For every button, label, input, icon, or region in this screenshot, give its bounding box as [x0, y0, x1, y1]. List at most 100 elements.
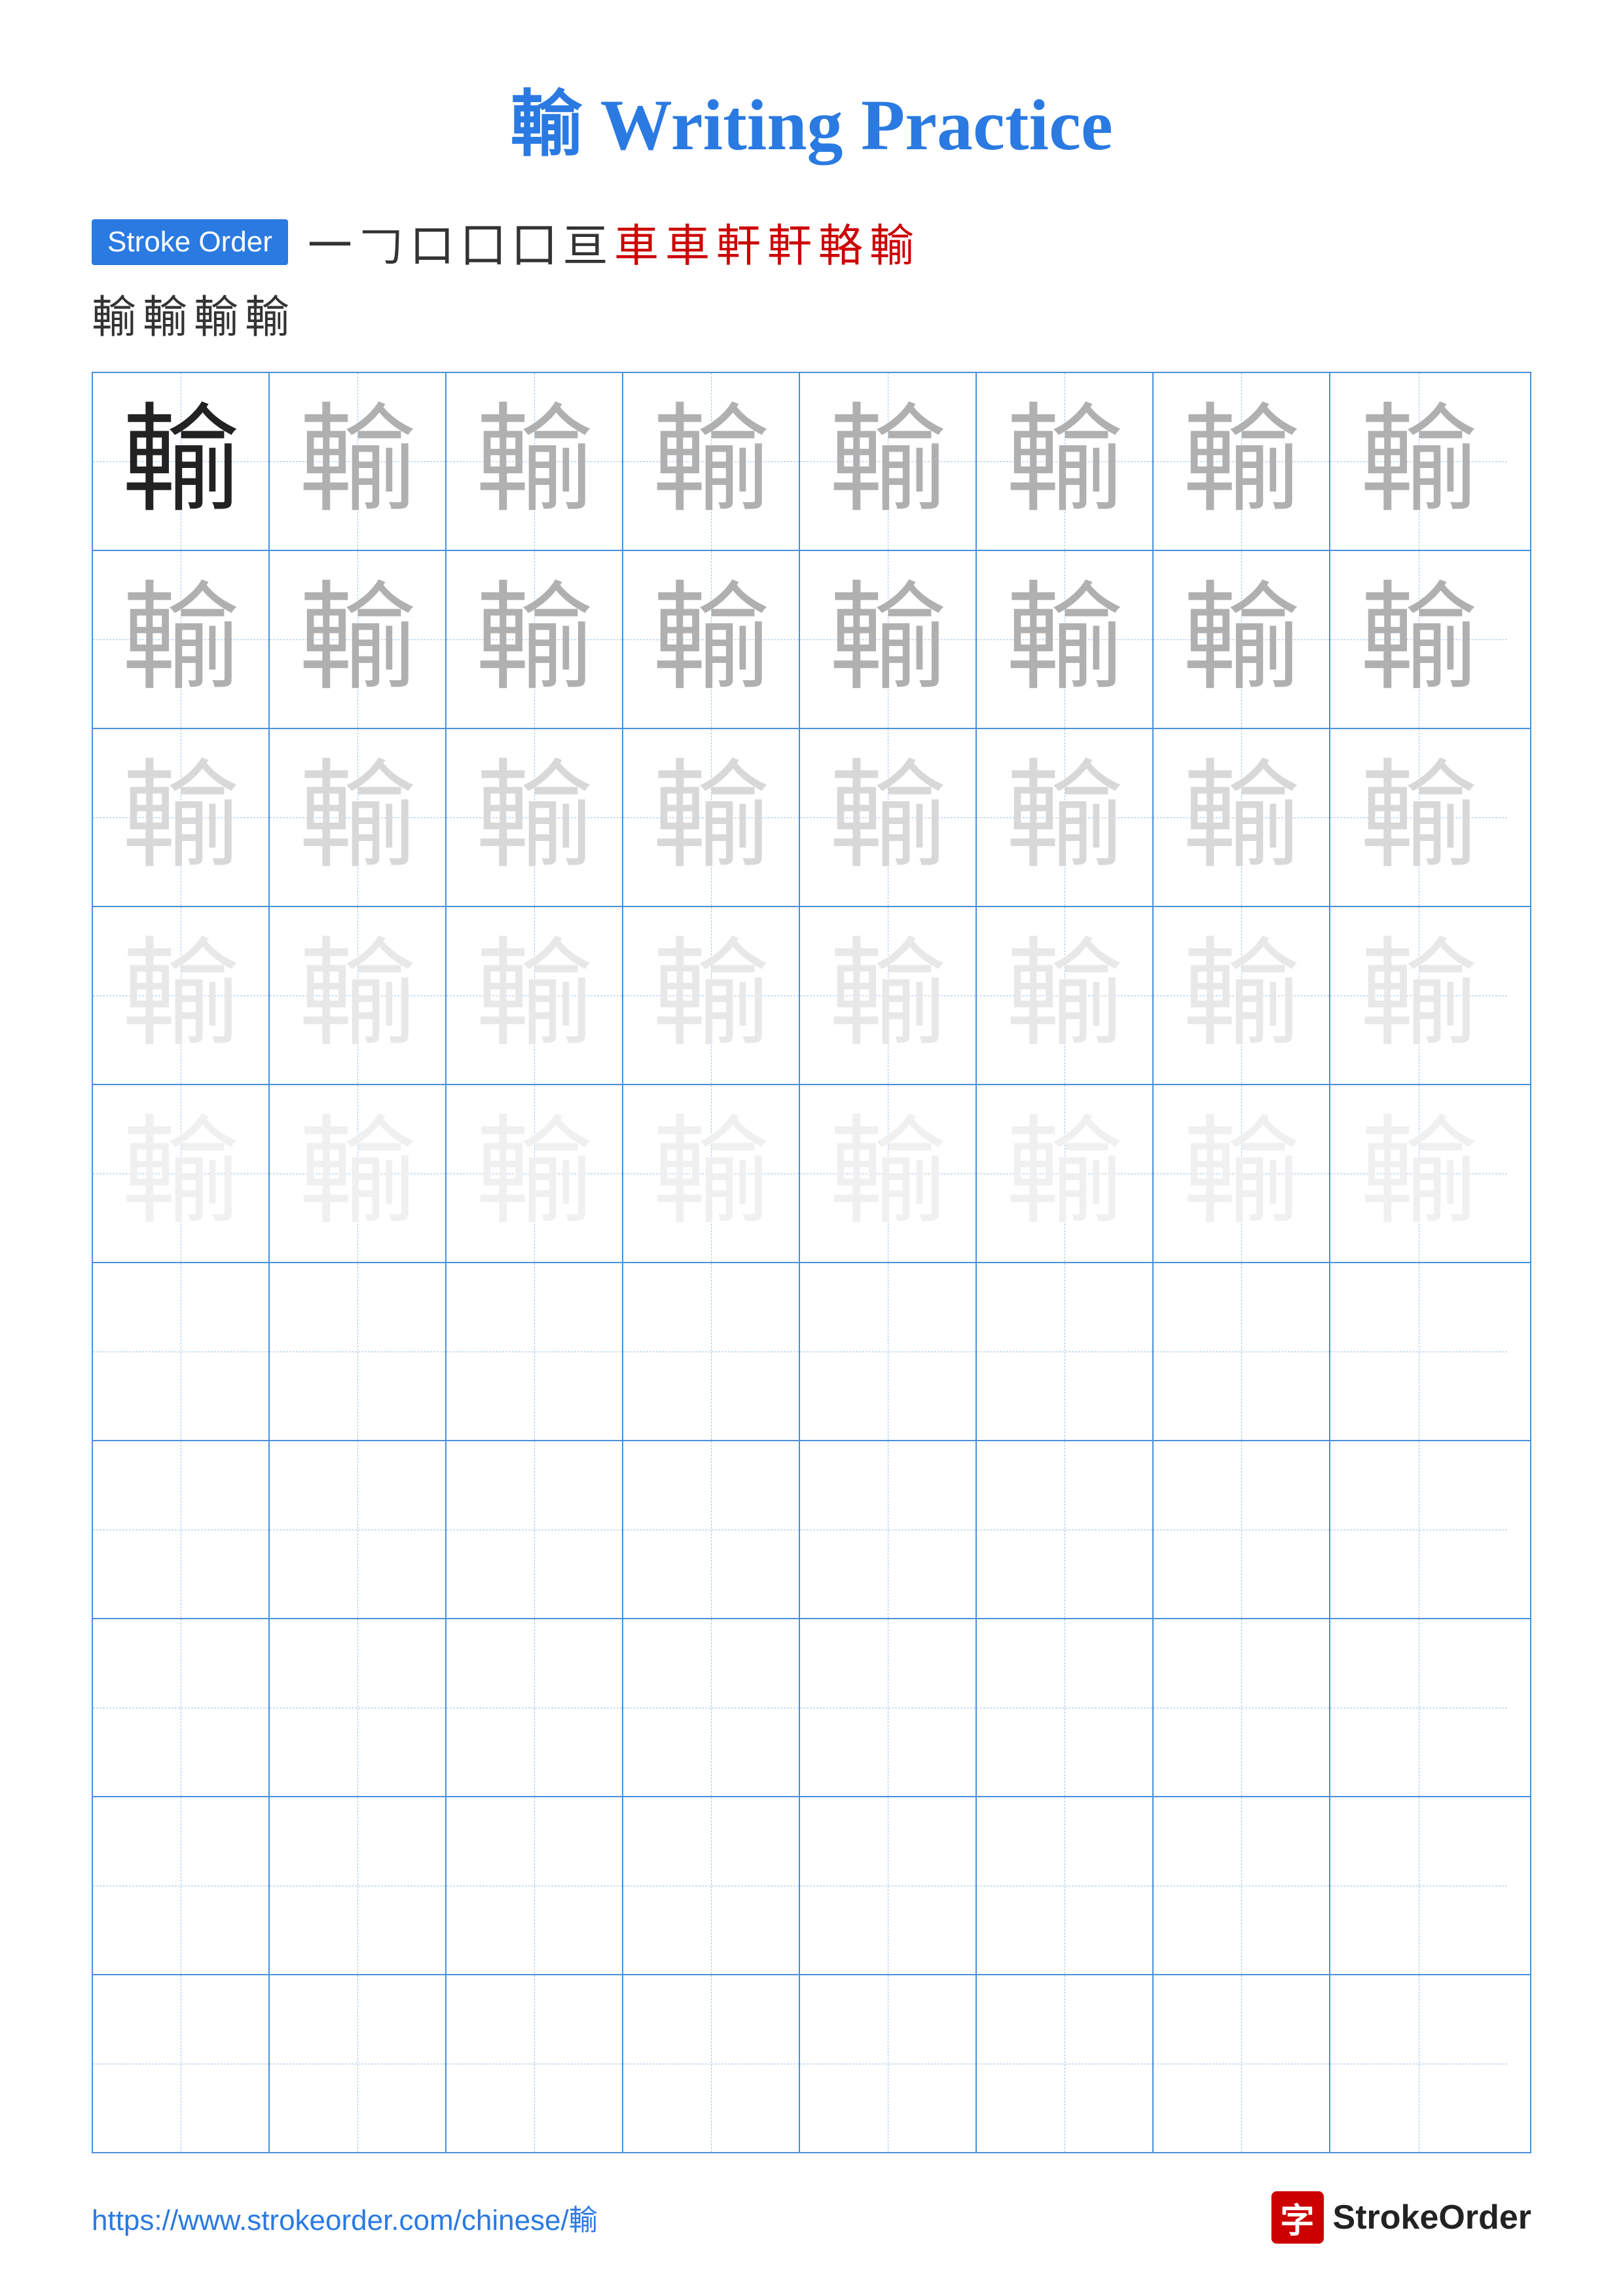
grid-cell	[1330, 1797, 1507, 1974]
practice-char: 輸	[475, 403, 593, 520]
practice-char: 輸	[475, 937, 593, 1054]
grid-cell: 輸	[623, 551, 800, 728]
stroke-r2-s3: 輸	[194, 281, 238, 346]
grid-cell: 輸	[1154, 551, 1330, 728]
practice-char: 輸	[1182, 403, 1300, 520]
practice-char: 輸	[1006, 581, 1123, 698]
practice-char: 輸	[1006, 937, 1123, 1054]
grid-cell: 輸	[623, 907, 800, 1084]
stroke-s1: 一	[308, 209, 352, 274]
practice-char: 輸	[652, 759, 770, 876]
practice-char: 輸	[652, 403, 770, 520]
grid-cell	[93, 1263, 270, 1440]
grid-row	[93, 1975, 1530, 2152]
practice-char: 輸	[122, 1115, 240, 1232]
grid-cell: 輸	[270, 729, 447, 906]
grid-row: 輸輸輸輸輸輸輸輸	[93, 373, 1530, 551]
practice-char: 輸	[1006, 759, 1123, 876]
grid-cell	[447, 1619, 623, 1796]
grid-cell	[270, 1441, 447, 1618]
grid-cell: 輸	[93, 551, 270, 728]
grid-cell: 輸	[1154, 729, 1330, 906]
grid-cell	[800, 1619, 977, 1796]
grid-cell: 輸	[623, 373, 800, 550]
grid-cell	[1154, 1263, 1330, 1440]
grid-row: 輸輸輸輸輸輸輸輸	[93, 907, 1530, 1085]
stroke-s11: 輅	[818, 209, 863, 274]
practice-char: 輸	[829, 937, 947, 1054]
grid-cell	[270, 1619, 447, 1796]
grid-cell: 輸	[270, 373, 447, 550]
grid-cell	[447, 1975, 623, 2152]
stroke-s7: 車	[614, 209, 659, 274]
grid-row	[93, 1619, 1530, 1797]
grid-cell	[800, 1263, 977, 1440]
grid-cell	[93, 1619, 270, 1796]
stroke-r2-s4: 輸	[245, 281, 289, 346]
practice-char: 輸	[829, 581, 947, 698]
stroke-s9: 軒	[716, 209, 761, 274]
stroke-s3: 口	[410, 209, 454, 274]
grid-cell: 輸	[93, 373, 270, 550]
grid-cell	[270, 1797, 447, 1974]
grid-cell: 輸	[977, 729, 1154, 906]
practice-char: 輸	[299, 759, 416, 876]
grid-row: 輸輸輸輸輸輸輸輸	[93, 729, 1530, 907]
grid-cell: 輸	[1330, 1085, 1507, 1262]
grid-cell: 輸	[623, 729, 800, 906]
grid-cell: 輸	[1154, 1085, 1330, 1262]
grid-cell	[977, 1263, 1154, 1440]
practice-char: 輸	[1006, 1115, 1123, 1232]
practice-char: 輸	[122, 759, 240, 876]
practice-char: 輸	[475, 1115, 593, 1232]
stroke-s6: 亘	[563, 209, 608, 274]
practice-char: 輸	[1360, 759, 1478, 876]
practice-char: 輸	[1182, 759, 1300, 876]
practice-char: 輸	[475, 759, 593, 876]
grid-cell: 輸	[447, 551, 623, 728]
grid-cell	[800, 1441, 977, 1618]
grid-cell: 輸	[977, 1085, 1154, 1262]
stroke-order-section: Stroke Order 一 𠃌 口 囗 囗 亘 車 車 軒 軒 輅 輸 輸 輸…	[92, 209, 1531, 346]
grid-cell	[1330, 1619, 1507, 1796]
grid-cell	[1154, 1619, 1330, 1796]
footer-url: https://www.strokeorder.com/chinese/輸	[92, 2197, 598, 2238]
grid-cell: 輸	[800, 1085, 977, 1262]
grid-cell: 輸	[447, 1085, 623, 1262]
practice-char: 輸	[1360, 403, 1478, 520]
practice-char: 輸	[1182, 1115, 1300, 1232]
title-char: 輸	[510, 85, 582, 165]
practice-char: 輸	[1360, 937, 1478, 1054]
grid-cell	[977, 1975, 1154, 2152]
footer-logo: 字 StrokeOrder	[1271, 2191, 1531, 2244]
grid-row	[93, 1263, 1530, 1441]
grid-cell: 輸	[800, 551, 977, 728]
grid-cell: 輸	[800, 729, 977, 906]
grid-cell: 輸	[977, 907, 1154, 1084]
grid-cell: 輸	[270, 1085, 447, 1262]
grid-cell: 輸	[623, 1085, 800, 1262]
grid-cell: 輸	[93, 907, 270, 1084]
grid-cell: 輸	[1330, 729, 1507, 906]
grid-cell: 輸	[270, 551, 447, 728]
grid-cell: 輸	[1330, 373, 1507, 550]
practice-char: 輸	[299, 403, 416, 520]
practice-char: 輸	[1006, 403, 1123, 520]
stroke-s4: 囗	[461, 209, 505, 274]
stroke-s10: 軒	[767, 209, 812, 274]
stroke-s5: 囗	[512, 209, 556, 274]
practice-char: 輸	[652, 581, 770, 698]
grid-cell: 輸	[800, 373, 977, 550]
grid-cell: 輸	[800, 907, 977, 1084]
stroke-chars-row1: 一 𠃌 口 囗 囗 亘 車 車 軒 軒 輅 輸	[308, 209, 914, 274]
practice-char: 輸	[299, 937, 416, 1054]
grid-cell	[1330, 1975, 1507, 2152]
grid-cell	[800, 1975, 977, 2152]
practice-char: 輸	[1182, 581, 1300, 698]
grid-cell	[1154, 1441, 1330, 1618]
footer-logo-text: StrokeOrder	[1333, 2198, 1531, 2237]
grid-cell	[1154, 1797, 1330, 1974]
grid-cell	[447, 1797, 623, 1974]
grid-cell	[270, 1263, 447, 1440]
footer-logo-icon: 字	[1271, 2191, 1324, 2244]
